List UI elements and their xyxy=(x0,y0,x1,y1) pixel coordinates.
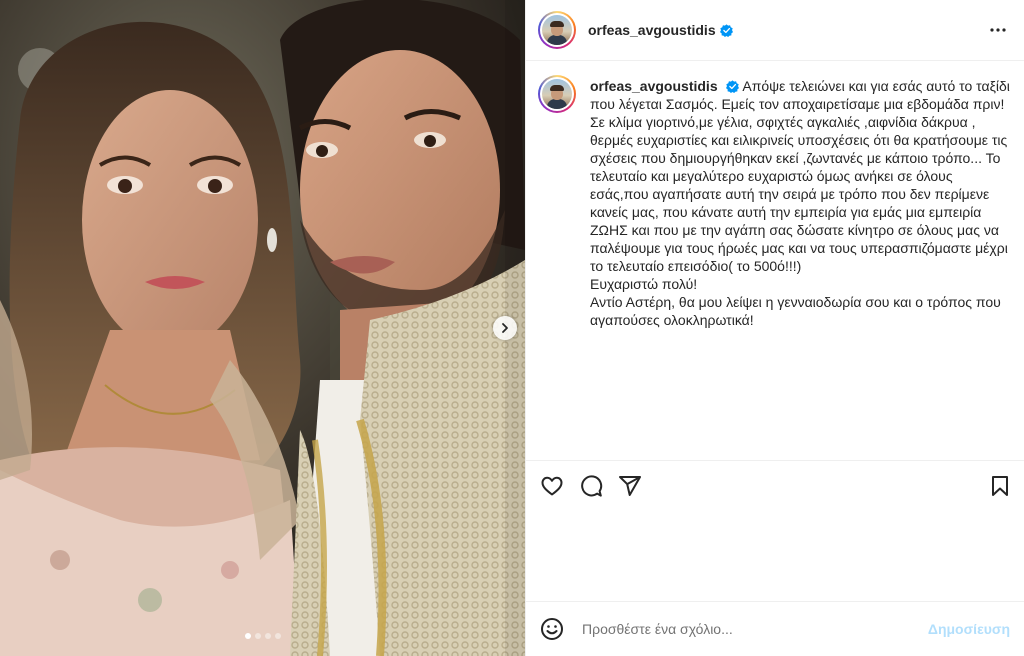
action-bar xyxy=(526,461,1024,511)
heart-icon xyxy=(541,476,563,496)
chevron-right-icon xyxy=(502,323,508,333)
post-media[interactable] xyxy=(0,0,525,656)
emoji-icon xyxy=(541,618,563,640)
more-options-button[interactable] xyxy=(986,18,1010,42)
bookmark-icon xyxy=(992,476,1008,496)
caption-text: orfeas_avgoustidis Απόψε τελειώνει και γ… xyxy=(590,75,1010,329)
carousel-dot xyxy=(274,633,281,639)
post-header: orfeas_avgoustidis xyxy=(526,0,1024,61)
caption: orfeas_avgoustidis Απόψε τελειώνει και γ… xyxy=(538,75,1010,329)
comments-section: orfeas_avgoustidis Απόψε τελειώνει και γ… xyxy=(526,61,1024,460)
carousel-dot xyxy=(264,633,271,639)
carousel-next-button[interactable] xyxy=(493,316,517,340)
more-horizontal-icon xyxy=(990,28,1006,32)
caption-avatar[interactable] xyxy=(538,75,576,113)
save-button[interactable] xyxy=(988,474,1012,498)
share-button[interactable] xyxy=(618,474,642,498)
verified-badge-icon xyxy=(719,23,733,37)
comment-icon xyxy=(581,475,603,497)
post-side-panel: orfeas_avgoustidis orfeas_avgoustidis Απ… xyxy=(525,0,1024,656)
post-comment-button[interactable]: Δημοσίευση xyxy=(928,621,1010,637)
like-button[interactable] xyxy=(540,474,564,498)
caption-body: Απόψε τελειώνει και για εσάς αυτό το ταξ… xyxy=(590,78,1010,328)
avatar-image xyxy=(542,79,572,109)
avatar-image xyxy=(542,15,572,45)
share-icon xyxy=(619,476,641,496)
likes-area xyxy=(526,511,1024,601)
header-username[interactable]: orfeas_avgoustidis xyxy=(588,22,716,38)
instagram-post: orfeas_avgoustidis orfeas_avgoustidis Απ… xyxy=(0,0,1024,656)
carousel-dot xyxy=(254,633,261,639)
comment-button[interactable] xyxy=(579,474,603,498)
post-photo xyxy=(0,0,525,656)
emoji-button[interactable] xyxy=(540,617,564,641)
verified-badge-icon xyxy=(725,80,739,93)
add-comment-bar: Δημοσίευση xyxy=(526,601,1024,656)
carousel-dot xyxy=(244,633,251,639)
actions-area xyxy=(526,460,1024,601)
avatar[interactable] xyxy=(538,11,576,49)
carousel-indicator xyxy=(0,633,525,639)
caption-username[interactable]: orfeas_avgoustidis xyxy=(590,78,718,94)
comment-input[interactable] xyxy=(580,620,920,638)
